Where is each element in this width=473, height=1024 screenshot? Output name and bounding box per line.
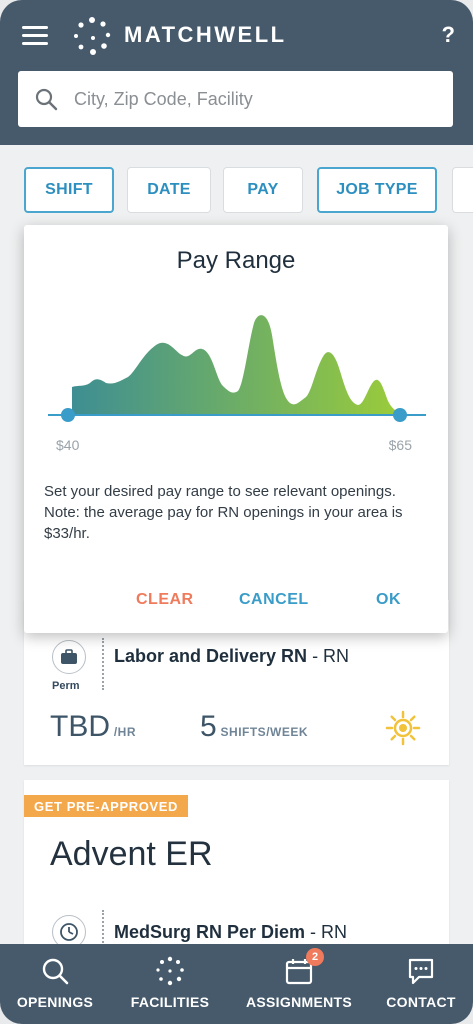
filter-date[interactable]: DATE: [127, 167, 211, 213]
job-type-label: Perm: [52, 680, 80, 692]
pre-approved-badge[interactable]: GET PRE-APPROVED: [24, 795, 188, 817]
pay-rate: TBD /HR: [50, 710, 136, 743]
range-max-handle[interactable]: [393, 408, 407, 422]
divider: [102, 638, 104, 690]
filter-more[interactable]: [452, 167, 473, 213]
range-min-handle[interactable]: [61, 408, 75, 422]
app-frame: MATCHWELL ? SHIFT DATE PAY JOB TYPE Perm…: [0, 0, 473, 1024]
nav-label: OPENINGS: [16, 994, 94, 1010]
search-input[interactable]: [74, 71, 434, 127]
chat-icon: [408, 958, 434, 985]
nav-contact[interactable]: CONTACT: [375, 944, 467, 1024]
filter-shift[interactable]: SHIFT: [24, 167, 114, 213]
distribution-area: [72, 315, 400, 415]
filter-job-type[interactable]: JOB TYPE: [317, 167, 437, 213]
search-icon: [35, 88, 58, 111]
notification-badge: 2: [306, 948, 324, 966]
brand-name: MATCHWELL: [124, 22, 287, 47]
sun-icon: [385, 710, 421, 746]
nav-assignments[interactable]: 2 ASSIGNMENTS: [240, 944, 358, 1024]
pay-distribution-histogram: [48, 315, 426, 422]
help-button[interactable]: ?: [442, 22, 455, 48]
search-bar: [18, 71, 453, 127]
filter-pay[interactable]: PAY: [223, 167, 303, 213]
shifts-per-week: 5 SHIFTS/WEEK: [200, 710, 309, 743]
ok-button[interactable]: OK: [376, 591, 401, 609]
clear-button[interactable]: CLEAR: [136, 591, 194, 609]
nav-label: FACILITIES: [130, 994, 210, 1010]
briefcase-icon: [52, 640, 86, 674]
facility-name[interactable]: Advent ER: [50, 835, 213, 874]
nav-label: ASSIGNMENTS: [246, 994, 352, 1010]
range-min-label: $40: [56, 437, 80, 453]
search-icon: [42, 958, 69, 985]
app-header: MATCHWELL ?: [0, 0, 473, 145]
dialog-title: Pay Range: [176, 247, 296, 274]
facilities-dots-icon: [156, 956, 184, 986]
cancel-button[interactable]: CANCEL: [239, 591, 309, 609]
dialog-description: Set your desired pay range to see releva…: [44, 483, 403, 542]
nav-openings[interactable]: OPENINGS: [0, 944, 110, 1024]
nav-label: CONTACT: [386, 994, 456, 1010]
nav-facilities[interactable]: FACILITIES: [115, 944, 225, 1024]
filter-chips: SHIFT DATE PAY JOB TYPE: [24, 167, 473, 213]
pay-range-dialog: Pay Range $40 $65 Set your desired pay r…: [24, 225, 448, 633]
matchwell-logo-icon: [74, 17, 111, 55]
job-title[interactable]: MedSurg RN Per Diem - RN: [114, 922, 347, 943]
bottom-nav: OPENINGS FACILITIES 2 ASSIGNMENTS CONTAC…: [0, 944, 473, 1024]
range-max-label: $65: [388, 437, 412, 453]
menu-icon[interactable]: [22, 26, 48, 46]
job-title[interactable]: Labor and Delivery RN - RN: [114, 646, 349, 667]
